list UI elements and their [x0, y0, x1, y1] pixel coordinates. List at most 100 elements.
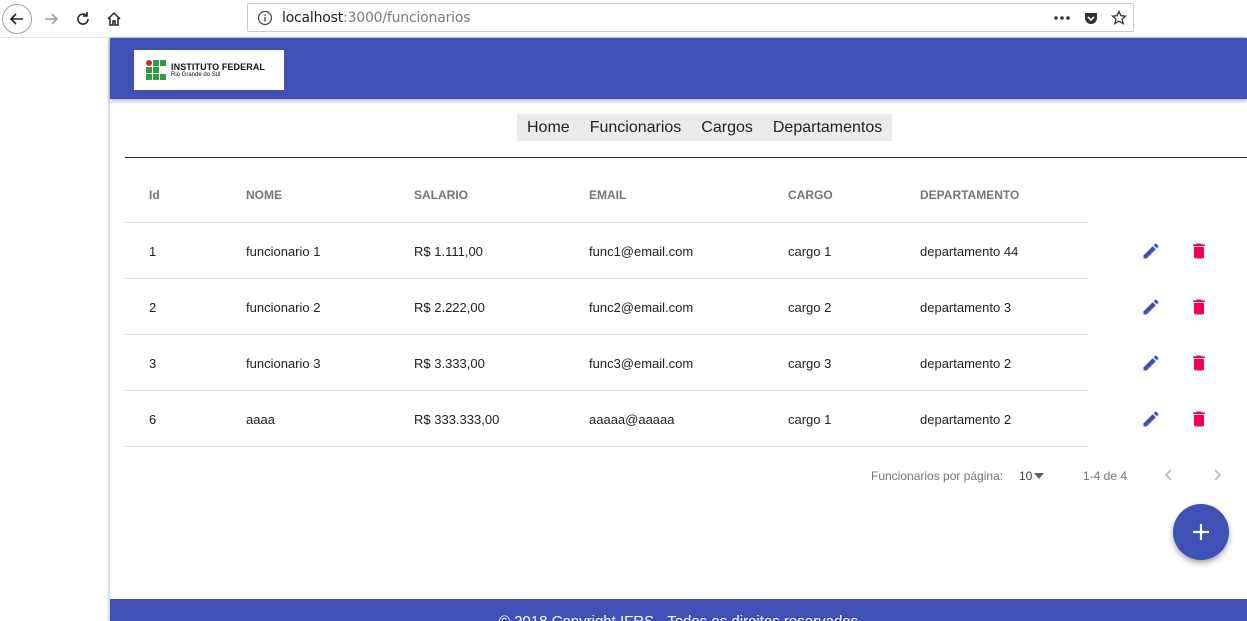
- divider: [125, 157, 1247, 158]
- next-page-button[interactable]: [1209, 467, 1225, 488]
- main-nav: Home Funcionarios Cargos Departamentos: [517, 114, 893, 141]
- reload-button[interactable]: [68, 4, 98, 34]
- cell-email: func3@email.com: [589, 356, 694, 371]
- delete-button[interactable]: [1189, 353, 1209, 373]
- cell-departamento: departamento 2: [920, 412, 1012, 427]
- footer-text: © 2018 Copyright IFRS - Todos os direito…: [110, 613, 1247, 621]
- cell-email: aaaaa@aaaaa: [589, 412, 675, 427]
- arrow-right-icon: [45, 13, 59, 25]
- chevron-left-icon: [1164, 469, 1172, 481]
- table-row: 1 funcionario 1 R$ 1.111,00 func1@email.…: [125, 223, 1205, 279]
- rows-per-page-select[interactable]: 10: [1019, 469, 1045, 483]
- cell-departamento: departamento 3: [920, 300, 1012, 315]
- cell-salario: R$ 3.333,00: [414, 356, 485, 371]
- cell-nome: funcionario 3: [246, 356, 321, 371]
- cell-id: 6: [149, 412, 157, 427]
- plus-icon: [1193, 524, 1209, 540]
- trash-icon: [1193, 355, 1205, 371]
- add-funcionario-button[interactable]: [1173, 504, 1229, 560]
- cell-cargo: cargo 1: [788, 412, 832, 427]
- star-icon[interactable]: [1111, 10, 1127, 26]
- url-bar[interactable]: localhost:3000/funcionarios: [247, 3, 1134, 32]
- cell-nome: funcionario 1: [246, 244, 321, 259]
- table-row: 2 funcionario 2 R$ 2.222,00 func2@email.…: [125, 279, 1205, 335]
- trash-icon: [1193, 299, 1205, 315]
- edit-button[interactable]: [1141, 297, 1161, 317]
- page-range: 1-4 de 4: [1083, 469, 1128, 483]
- url-path: :3000/funcionarios: [343, 10, 471, 26]
- row-actions: [1141, 279, 1231, 335]
- pencil-icon: [1143, 243, 1159, 259]
- delete-button[interactable]: [1189, 297, 1209, 317]
- dropdown-arrow-icon: [1034, 473, 1045, 479]
- pencil-icon: [1143, 299, 1159, 315]
- url-text: localhost:3000/funcionarios: [282, 10, 470, 26]
- cell-id: 1: [149, 244, 157, 259]
- forward-button[interactable]: [36, 4, 66, 34]
- rows-per-page-value: 10: [1019, 469, 1033, 483]
- chevron-right-icon: [1214, 469, 1222, 481]
- arrow-left-icon: [9, 13, 23, 25]
- cell-departamento: departamento 44: [920, 244, 1019, 259]
- pocket-icon[interactable]: [1083, 10, 1099, 26]
- column-header-salario[interactable]: SALARIO: [414, 188, 468, 202]
- cell-email: func2@email.com: [589, 300, 694, 315]
- cell-nome: aaaa: [246, 412, 275, 427]
- edit-button[interactable]: [1141, 241, 1161, 261]
- column-header-cargo[interactable]: CARGO: [788, 188, 833, 202]
- cell-salario: R$ 333.333,00: [414, 412, 500, 427]
- cell-cargo: cargo 2: [788, 300, 832, 315]
- edit-button[interactable]: [1141, 353, 1161, 373]
- back-button[interactable]: [2, 4, 32, 34]
- logo-text: INSTITUTO FEDERAL Rio Grande do Sul: [171, 62, 265, 79]
- info-icon[interactable]: [257, 10, 273, 26]
- nav-link-home[interactable]: Home: [527, 119, 570, 137]
- pencil-icon: [1143, 355, 1159, 371]
- column-header-nome[interactable]: NOME: [246, 188, 282, 202]
- footer: © 2018 Copyright IFRS - Todos os direito…: [110, 599, 1247, 621]
- url-host: localhost: [282, 10, 344, 26]
- home-button[interactable]: [99, 4, 129, 34]
- cell-id: 2: [149, 300, 157, 315]
- nav-link-cargos[interactable]: Cargos: [701, 119, 753, 137]
- table-row: 3 funcionario 3 R$ 3.333,00 func3@email.…: [125, 335, 1205, 391]
- app-header: INSTITUTO FEDERAL Rio Grande do Sul: [110, 38, 1247, 99]
- url-actions: [1053, 8, 1127, 28]
- cell-cargo: cargo 3: [788, 356, 832, 371]
- cell-cargo: cargo 1: [788, 244, 832, 259]
- rows-per-page-label: Funcionarios por página:: [871, 469, 1004, 483]
- home-icon: [107, 11, 121, 26]
- logo-title: INSTITUTO FEDERAL: [171, 61, 266, 72]
- row-actions: [1141, 335, 1231, 391]
- trash-icon: [1193, 243, 1205, 259]
- logo: INSTITUTO FEDERAL Rio Grande do Sul: [134, 50, 284, 90]
- nav-link-departamentos[interactable]: Departamentos: [773, 119, 882, 137]
- row-actions: [1141, 223, 1231, 279]
- pagination: Funcionarios por página: 10 1-4 de 4: [110, 466, 1247, 486]
- logo-subtitle: Rio Grande do Sul: [171, 71, 221, 78]
- browser-toolbar: localhost:3000/funcionarios: [0, 0, 1247, 38]
- funcionarios-table: Id NOME SALARIO EMAIL CARGO DEPARTAMENTO…: [125, 166, 1205, 447]
- cell-email: func1@email.com: [589, 244, 694, 259]
- table-row: 6 aaaa R$ 333.333,00 aaaaa@aaaaa cargo 1…: [125, 391, 1205, 447]
- pencil-icon: [1143, 411, 1159, 427]
- edit-button[interactable]: [1141, 409, 1161, 429]
- cell-departamento: departamento 2: [920, 356, 1012, 371]
- cell-nome: funcionario 2: [246, 300, 321, 315]
- more-icon[interactable]: [1053, 15, 1071, 21]
- cell-id: 3: [149, 356, 157, 371]
- column-header-departamento[interactable]: DEPARTAMENTO: [920, 188, 1019, 202]
- delete-button[interactable]: [1189, 241, 1209, 261]
- column-header-email[interactable]: EMAIL: [589, 188, 626, 202]
- trash-icon: [1193, 411, 1205, 427]
- column-header-id[interactable]: Id: [149, 188, 160, 202]
- cell-salario: R$ 1.111,00: [414, 244, 483, 259]
- cell-salario: R$ 2.222,00: [414, 300, 485, 315]
- page: INSTITUTO FEDERAL Rio Grande do Sul Home…: [110, 38, 1247, 621]
- table-header: Id NOME SALARIO EMAIL CARGO DEPARTAMENTO: [125, 166, 1089, 223]
- row-actions: [1141, 391, 1231, 447]
- nav-link-funcionarios[interactable]: Funcionarios: [590, 119, 682, 137]
- delete-button[interactable]: [1189, 409, 1209, 429]
- logo-mark: [146, 60, 166, 80]
- previous-page-button[interactable]: [1161, 467, 1177, 488]
